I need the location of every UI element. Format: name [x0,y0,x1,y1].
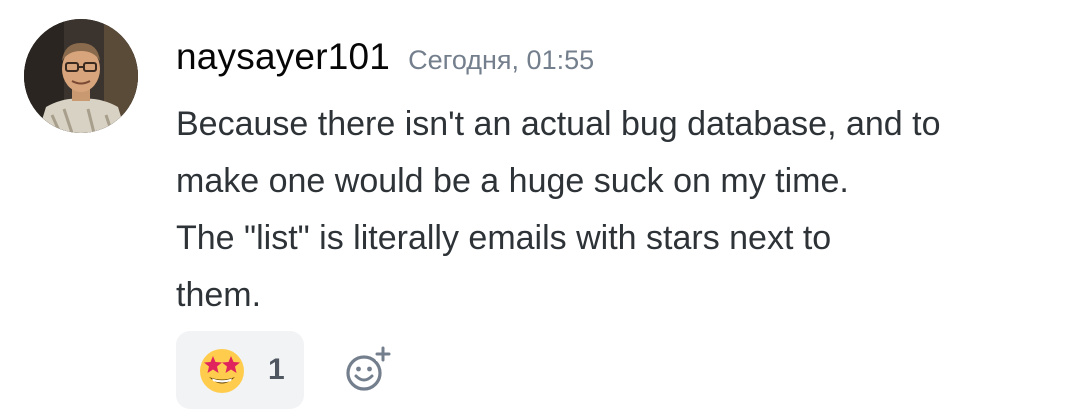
timestamp: Сегодня, 01:55 [408,45,595,75]
message-line: Because there isn't an actual bug databa… [176,105,941,143]
reaction-count: 1 [268,353,285,386]
add-reaction-icon[interactable] [342,345,392,395]
reaction-button[interactable]: 1 [176,331,304,409]
chat-message: naysayer101 Сегодня, 01:55 Because there… [0,0,1080,414]
message-content: Because there isn't an actual bug databa… [176,96,1056,324]
reactions-bar: 1 [176,331,392,409]
avatar[interactable] [24,19,138,133]
message-header: naysayer101 Сегодня, 01:55 [176,36,594,86]
avatar-photo [24,19,138,133]
message-line: them. [176,276,262,314]
star-struck-emoji-icon [200,349,244,393]
username[interactable]: naysayer101 [176,36,390,78]
message-line: make one would be a huge suck on my time… [176,162,849,200]
message-line: The "list" is literally emails with star… [176,219,832,257]
